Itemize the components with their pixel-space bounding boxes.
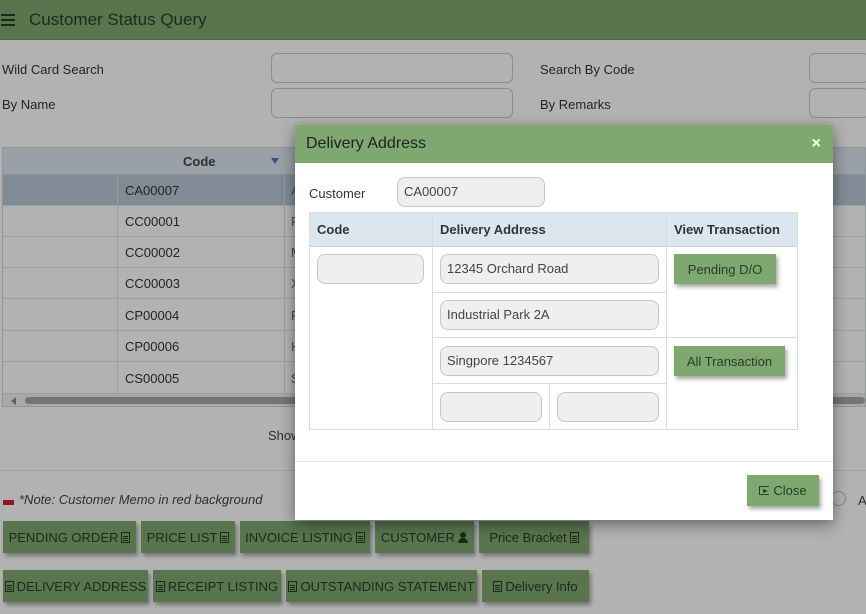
address-line-3-input[interactable]: Singpore 1234567 <box>440 346 659 376</box>
sign-out-icon <box>759 486 770 495</box>
modal-title: Delivery Address <box>306 135 427 152</box>
close-button-label: Close <box>773 483 807 498</box>
code-input[interactable] <box>317 254 424 284</box>
address-line-4a-input[interactable] <box>440 392 542 422</box>
column-header-code: Code <box>317 222 350 237</box>
delivery-address-table: Code Delivery Address View Transaction 1… <box>309 212 798 430</box>
address-line-4b-input[interactable] <box>557 392 659 422</box>
address-line-1-input[interactable]: 12345 Orchard Road <box>440 254 659 284</box>
close-icon[interactable]: × <box>812 135 821 153</box>
address-line-2-input[interactable]: Industrial Park 2A <box>440 300 659 330</box>
customer-field[interactable]: CA00007 <box>397 177 545 207</box>
modal-footer-divider <box>295 461 833 462</box>
customer-label: Customer <box>309 186 366 201</box>
delivery-address-modal: Delivery Address × Customer CA00007 Code… <box>295 125 833 520</box>
close-button[interactable]: Close <box>747 475 819 506</box>
column-header-view-transaction: View Transaction <box>674 222 780 237</box>
pending-do-button[interactable]: Pending D/O <box>674 254 776 284</box>
modal-header: Delivery Address × <box>295 125 833 163</box>
all-transaction-button[interactable]: All Transaction <box>674 346 785 376</box>
table-header: Code Delivery Address View Transaction <box>310 213 797 247</box>
column-header-delivery-address: Delivery Address <box>440 222 546 237</box>
